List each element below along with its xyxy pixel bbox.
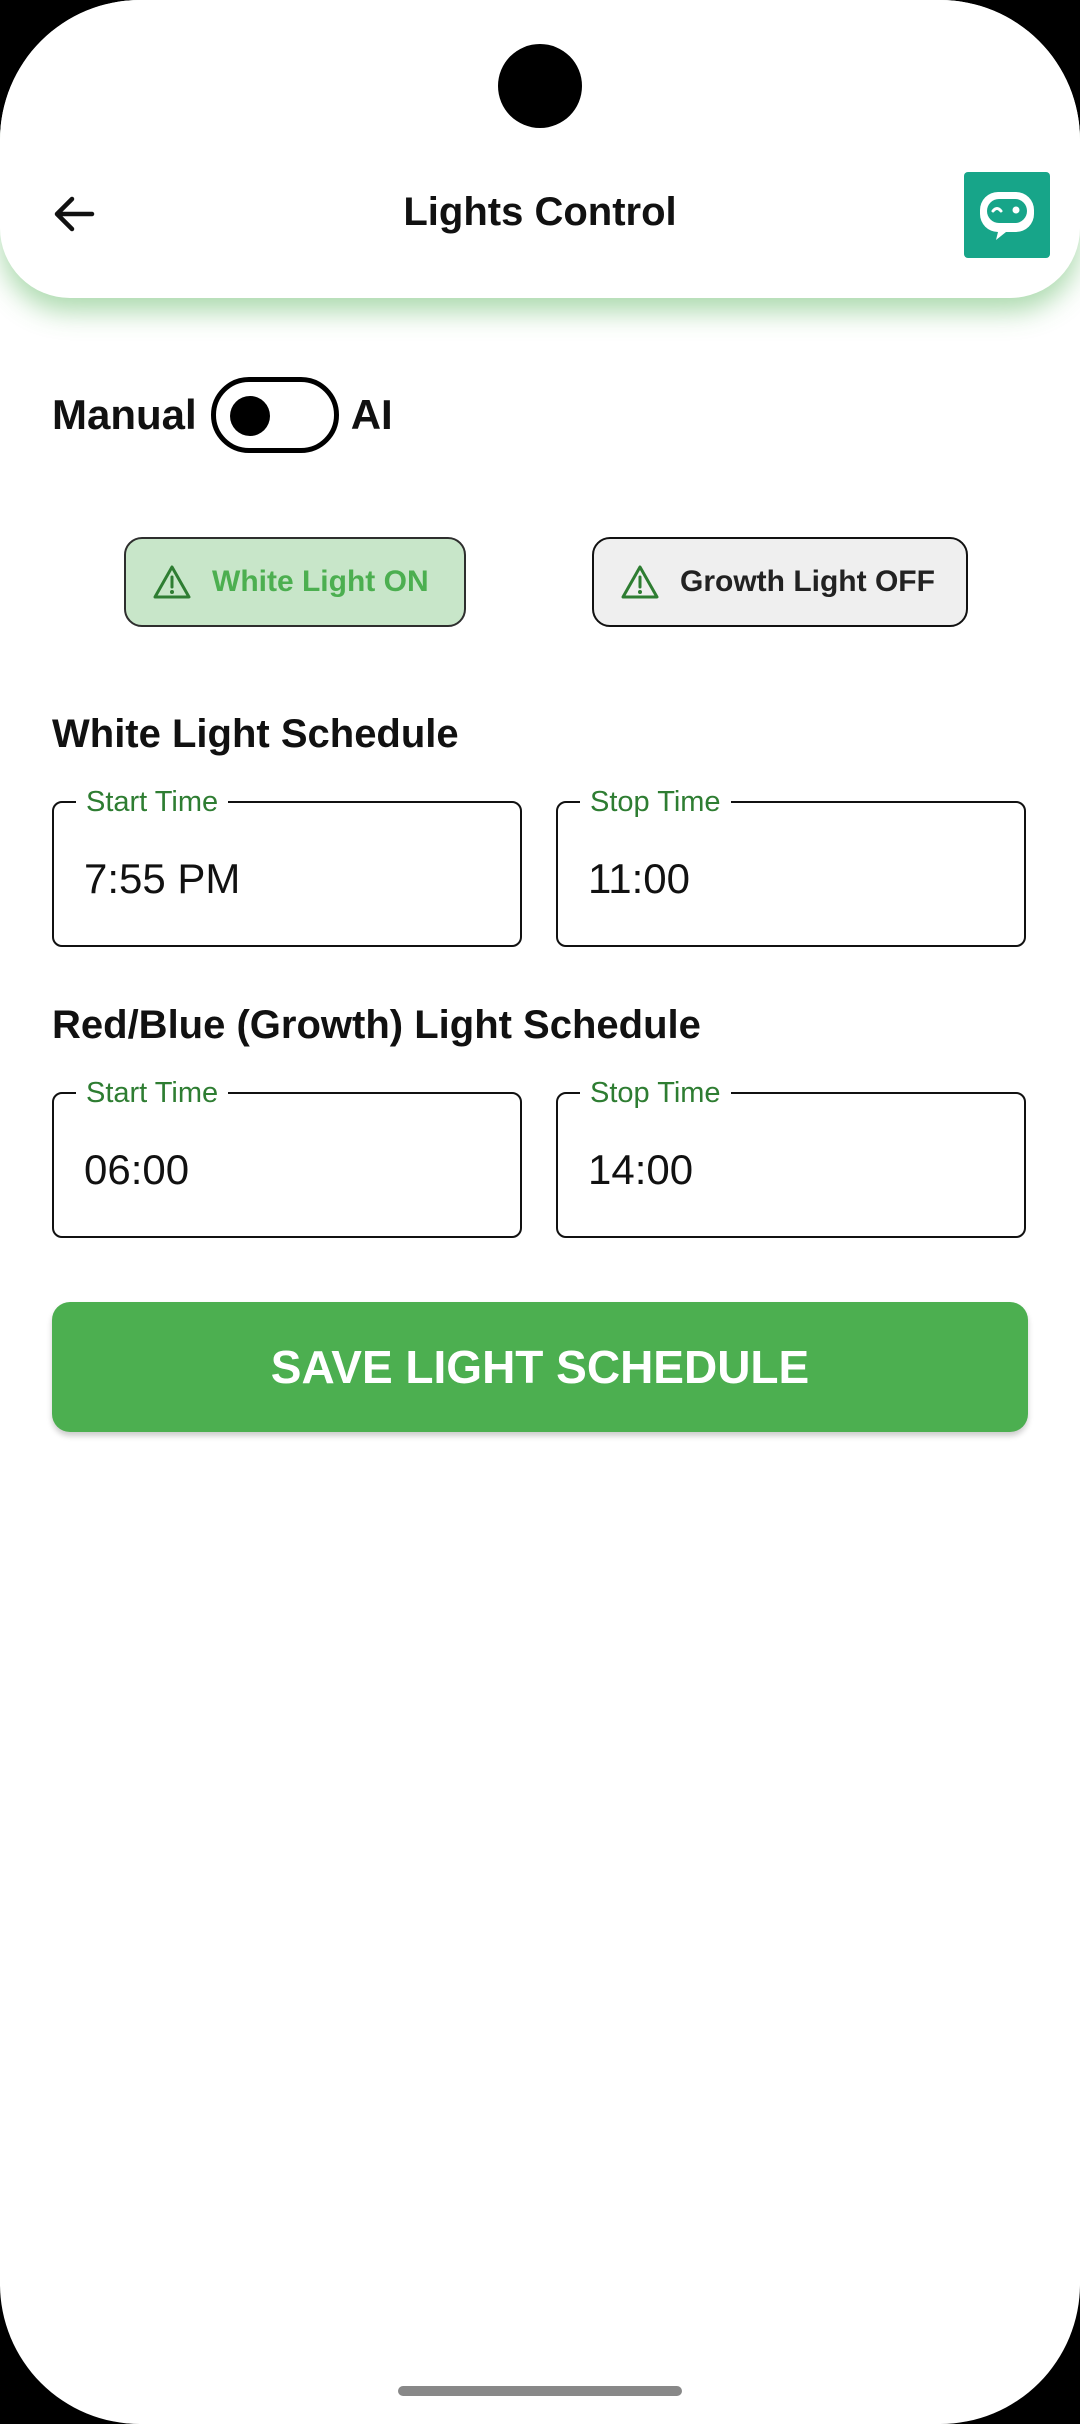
white-schedule-title: White Light Schedule — [52, 712, 459, 756]
robot-icon — [974, 180, 1040, 251]
field-label: Start Time — [76, 783, 229, 821]
mode-toggle[interactable] — [210, 377, 339, 453]
ai-label: AI — [350, 391, 393, 438]
mode-switch-row: Manual AI — [52, 370, 393, 460]
white-light-status-label: White Light ON — [212, 565, 429, 598]
white-start-time-field[interactable]: Start Time 7:55 PM — [52, 783, 522, 947]
growth-schedule-title: Red/Blue (Growth) Light Schedule — [52, 1003, 701, 1047]
field-value: 7:55 PM — [84, 855, 241, 902]
warning-icon — [620, 564, 660, 600]
field-value: 11:00 — [588, 855, 690, 902]
field-label: Stop Time — [580, 783, 731, 821]
toggle-knob — [229, 396, 270, 436]
warning-icon — [152, 564, 192, 600]
white-stop-time-field[interactable]: Stop Time 11:00 — [556, 783, 1026, 947]
home-indicator[interactable] — [398, 2386, 682, 2396]
growth-stop-time-field[interactable]: Stop Time 14:00 — [556, 1074, 1026, 1238]
growth-start-time-field[interactable]: Start Time 06:00 — [52, 1074, 522, 1238]
manual-label: Manual — [52, 391, 197, 438]
assistant-button[interactable] — [964, 172, 1050, 258]
white-light-status-chip[interactable]: White Light ON — [124, 537, 466, 627]
growth-light-status-chip[interactable]: Growth Light OFF — [592, 537, 968, 627]
field-value: 14:00 — [588, 1146, 694, 1193]
field-label: Start Time — [76, 1074, 229, 1112]
page-title: Lights Control — [403, 190, 677, 234]
field-label: Stop Time — [580, 1074, 731, 1112]
field-value: 06:00 — [84, 1146, 190, 1193]
growth-light-status-label: Growth Light OFF — [680, 565, 935, 598]
save-light-schedule-button[interactable]: SAVE LIGHT SCHEDULE — [52, 1302, 1028, 1432]
app-screen: Lights Control Manual AI White Light ON … — [0, 0, 1080, 2424]
camera-cutout — [498, 44, 582, 128]
app-bar: Lights Control — [0, 0, 1080, 298]
